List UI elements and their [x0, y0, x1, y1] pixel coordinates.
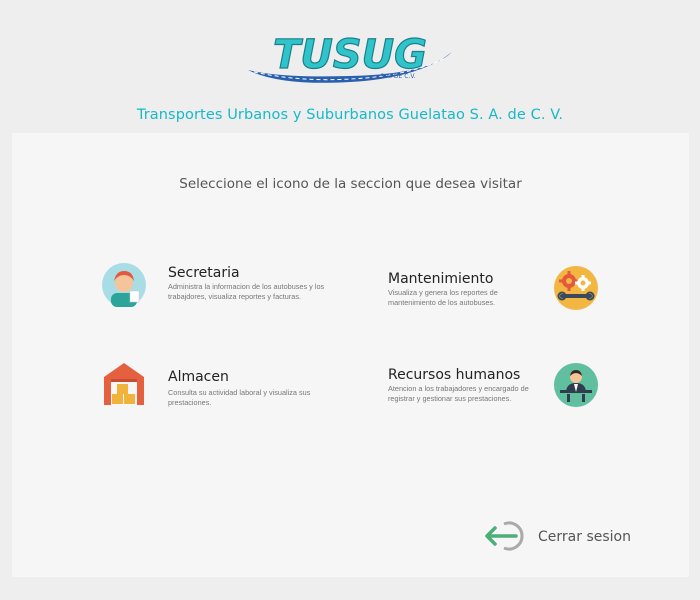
section-card-secretaria[interactable]: Secretaria Administra la informacion de … — [102, 263, 332, 313]
recursos-humanos-title: Recursos humanos — [388, 367, 521, 383]
sections-panel: Seleccione el icono de la seccion que de… — [12, 133, 689, 577]
section-card-almacen[interactable]: Almacen Consulta su actividad laboral y … — [102, 361, 332, 411]
logo-wordmark: TUSUG — [273, 32, 427, 78]
logout-icon — [485, 521, 524, 551]
logout-button[interactable]: Cerrar sesion — [482, 516, 642, 556]
section-card-mantenimiento[interactable]: Mantenimiento Visualiza y genera los rep… — [388, 266, 603, 316]
mantenimiento-description: Visualiza y genera los reportes de mante… — [388, 288, 498, 307]
secretaria-description: Administra la informacion de los autobus… — [168, 282, 325, 301]
almacen-description: Consulta su actividad laboral y visualiz… — [168, 388, 311, 407]
secretary-icon[interactable] — [102, 263, 146, 307]
gears-wrench-icon[interactable] — [554, 266, 598, 310]
recursos-humanos-description: Atencion a los trabajadores y encargado … — [388, 384, 529, 403]
hr-manager-icon[interactable] — [554, 363, 598, 407]
section-card-recursos-humanos[interactable]: Recursos humanos Atencion a los trabajad… — [388, 363, 603, 413]
logout-label: Cerrar sesion — [538, 529, 631, 545]
logo-tagline: S.A. DE C.V. — [380, 73, 415, 80]
mantenimiento-title: Mantenimiento — [388, 271, 494, 287]
secretaria-title: Secretaria — [168, 265, 240, 281]
warehouse-icon[interactable] — [102, 361, 146, 405]
instruction-text: Seleccione el icono de la seccion que de… — [179, 176, 522, 192]
almacen-title: Almacen — [168, 369, 229, 385]
company-name: Transportes Urbanos y Suburbanos Guelata… — [136, 107, 564, 123]
company-logo: TUSUG S.A. DE C.V. — [240, 22, 460, 92]
